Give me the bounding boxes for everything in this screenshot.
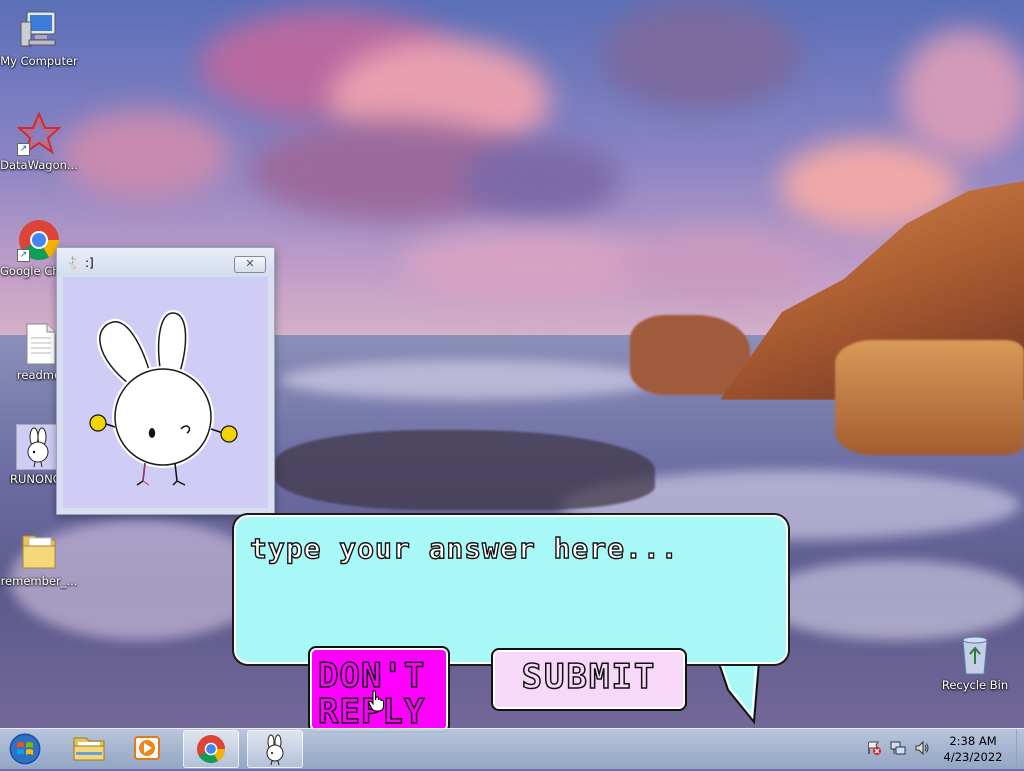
bunny-canvas	[63, 277, 268, 508]
desktop-icon-remember[interactable]: remember_...	[0, 528, 78, 588]
clock-date: 4/23/2022	[943, 750, 1003, 764]
mouse-cursor-hand-icon	[368, 690, 384, 712]
explorer-icon	[73, 737, 105, 761]
desktop-icon-datawagon[interactable]: ↗ DataWagon...	[0, 111, 78, 172]
bunny-character	[89, 309, 238, 486]
taskbar-chrome-button[interactable]	[183, 730, 239, 768]
start-orb-icon	[8, 732, 42, 766]
desktop-icon-recycle-bin[interactable]: Recycle Bin	[936, 632, 1014, 692]
window-title: :]	[85, 256, 94, 270]
bunny-app-icon	[266, 734, 284, 766]
submit-button[interactable]: SUBMIT	[493, 650, 685, 709]
desktop-icon-label: remember_...	[0, 574, 78, 588]
taskbar-clock[interactable]: 2:38 AM 4/23/2022	[936, 733, 1010, 765]
taskbar-explorer-button[interactable]	[62, 730, 116, 766]
answer-input[interactable]	[248, 527, 772, 569]
media-player-icon	[134, 736, 160, 760]
bunny-window[interactable]: 🐇 :] ✕	[56, 247, 275, 515]
desktop-icon-label: Recycle Bin	[941, 678, 1009, 692]
chrome-icon	[197, 735, 225, 763]
chrome-icon: ↗	[17, 218, 61, 262]
desktop-icon-label: My Computer	[0, 54, 78, 68]
bunny-title-icon: 🐇	[66, 256, 81, 270]
volume-icon[interactable]	[914, 740, 930, 756]
window-titlebar[interactable]: 🐇 :] ✕	[57, 248, 274, 277]
shortcut-arrow-icon: ↗	[17, 143, 30, 156]
recycle-bin-icon	[953, 632, 997, 676]
answer-speech-bubble	[234, 515, 788, 664]
shortcut-arrow-icon: ↗	[17, 249, 30, 262]
clock-time: 2:38 AM	[949, 734, 997, 748]
show-desktop-button[interactable]	[1016, 729, 1024, 768]
taskbar-media-player-button[interactable]	[120, 730, 174, 766]
desktop-icon-my-computer[interactable]: My Computer	[0, 8, 78, 68]
taskbar-bunny-app-button[interactable]	[247, 730, 303, 768]
desktop-icon-label: DataWagon...	[0, 158, 78, 172]
datawagon-icon: ↗	[16, 111, 62, 156]
start-button[interactable]	[5, 731, 45, 767]
close-button[interactable]: ✕	[234, 256, 266, 273]
network-icon[interactable]	[890, 740, 906, 756]
folder-icon	[17, 528, 61, 572]
action-center-icon[interactable]	[866, 740, 882, 756]
text-file-icon	[17, 322, 61, 366]
computer-icon	[17, 8, 61, 52]
